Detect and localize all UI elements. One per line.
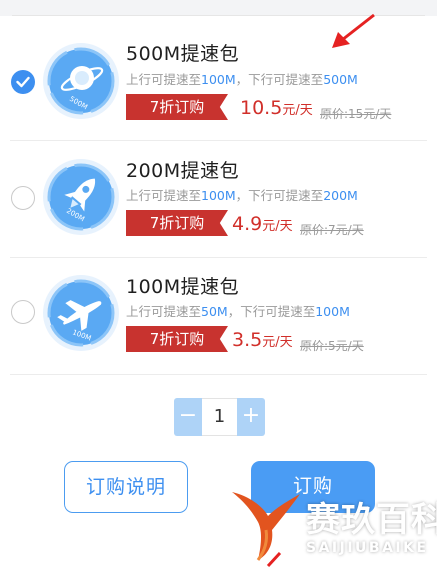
package-title: 100M提速包	[126, 276, 240, 298]
desc-middle: ，下行可提速至	[235, 188, 324, 203]
discount-tag: 7折订购	[126, 326, 228, 352]
discount-tag: 7折订购	[126, 210, 228, 236]
red-arrow-annotation	[332, 13, 375, 48]
package-description: 上行可提速至100M，下行可提速至200M	[126, 185, 358, 204]
rocket-badge-icon: 200M	[43, 159, 119, 235]
decrement-button[interactable]: −	[174, 398, 202, 436]
watermark-name: 赛玖百科	[306, 500, 437, 540]
package-price: 4.9元/天	[232, 213, 293, 235]
increment-button[interactable]: +	[237, 398, 265, 436]
planet-badge-icon: 500M	[43, 43, 119, 119]
package-item-100m[interactable]: 100M 100M提速包 上行可提速至50M，下行可提速至100M 7折订购 3…	[0, 258, 437, 375]
package-item-200m[interactable]: 200M 200M提速包 上行可提速至100M，下行可提速至200M 7折订购 …	[0, 141, 437, 258]
watermark-subtitle: SAIJIUBAIKE	[306, 540, 429, 556]
price-value: 4.9	[232, 213, 263, 235]
download-speed: 500M	[323, 72, 358, 87]
radio-unchecked[interactable]	[11, 300, 35, 324]
desc-prefix: 上行可提速至	[126, 188, 202, 203]
package-description: 上行可提速至50M，下行可提速至100M	[126, 301, 350, 320]
upload-speed: 50M	[201, 304, 228, 319]
download-speed: 200M	[323, 188, 358, 203]
desc-prefix: 上行可提速至	[126, 304, 202, 319]
price-unit: 元/天	[262, 335, 293, 350]
price-value: 3.5	[232, 329, 263, 351]
divider	[10, 374, 427, 375]
speed-package-page: 500M 500M提速包 上行可提速至100M，下行可提速至500M 7折订购 …	[0, 0, 437, 568]
package-description: 上行可提速至100M，下行可提速至500M	[126, 69, 358, 88]
order-description-button[interactable]: 订购说明	[64, 461, 188, 513]
radio-checked[interactable]	[11, 70, 35, 94]
quantity-value[interactable]: 1	[202, 398, 237, 436]
price-unit: 元/天	[282, 103, 313, 118]
airplane-badge-icon: 100M	[43, 275, 119, 351]
discount-tag: 7折订购	[126, 94, 228, 120]
price-value: 10.5	[240, 97, 283, 119]
whale-tail-logo	[232, 492, 300, 561]
package-title: 200M提速包	[126, 160, 240, 182]
download-speed: 100M	[315, 304, 350, 319]
desc-middle: ，下行可提速至	[235, 72, 324, 87]
check-icon	[16, 76, 30, 88]
quantity-stepper: − 1 +	[174, 398, 265, 436]
original-price: 原价:15元/天	[320, 107, 392, 121]
desc-prefix: 上行可提速至	[126, 72, 202, 87]
price-unit: 元/天	[262, 219, 293, 234]
desc-middle: ，下行可提速至	[227, 304, 316, 319]
upload-speed: 100M	[201, 72, 236, 87]
package-price: 10.5元/天	[240, 97, 313, 119]
radio-unchecked[interactable]	[11, 186, 35, 210]
watermark: 赛玖百科 SAIJIUBAIKE	[222, 484, 437, 568]
original-price: 原价:7元/天	[300, 223, 364, 237]
package-title: 500M提速包	[126, 43, 240, 65]
original-price: 原价:5元/天	[300, 339, 364, 353]
upload-speed: 100M	[201, 188, 236, 203]
package-price: 3.5元/天	[232, 329, 293, 351]
